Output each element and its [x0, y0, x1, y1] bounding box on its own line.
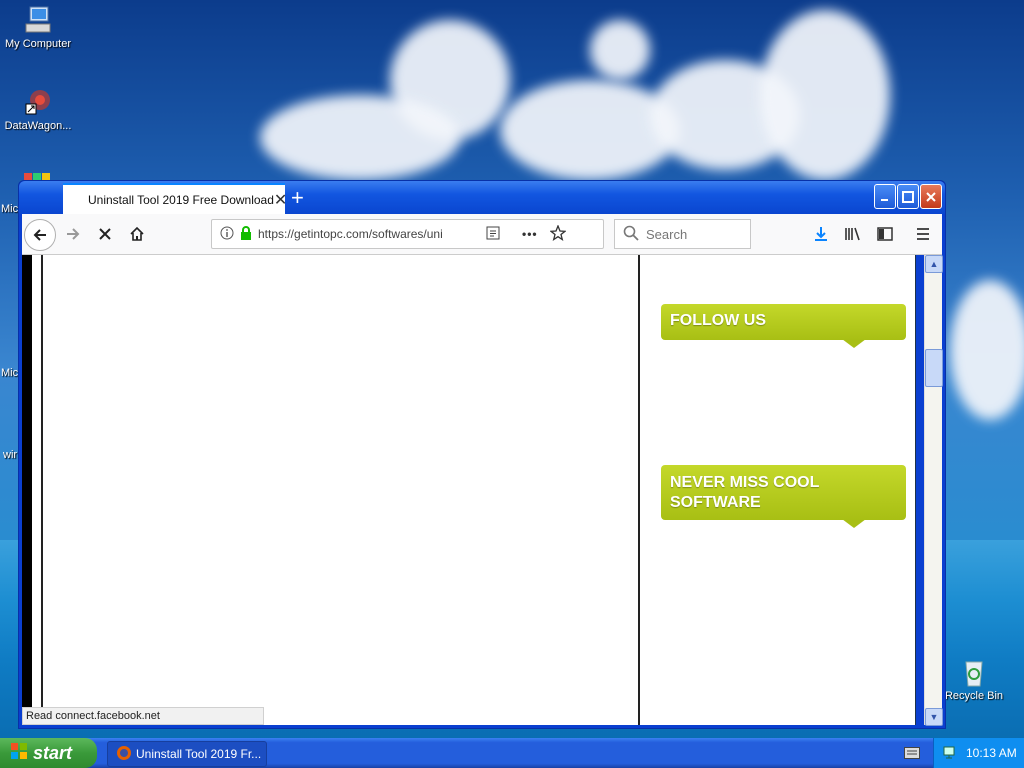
cloud: [590, 20, 650, 80]
page-left-rule: [41, 255, 43, 725]
taskbar: start Uninstall Tool 2019 Fr... 10:13 AM: [0, 738, 1024, 768]
forward-button[interactable]: [58, 219, 88, 249]
vertical-scrollbar[interactable]: ▲ ▼: [924, 255, 943, 726]
sidebar-toggle-button[interactable]: [870, 219, 900, 249]
library-button[interactable]: [838, 219, 868, 249]
page-right-border: [915, 255, 916, 725]
desktop-icon-my-computer[interactable]: My Computer: [0, 4, 78, 50]
computer-icon: [22, 4, 54, 36]
follow-us-widget: FOLLOW US: [661, 304, 906, 348]
taskbar-item-browser[interactable]: Uninstall Tool 2019 Fr...: [107, 741, 267, 767]
tab-active[interactable]: Uninstall Tool 2019 Free Download ✕: [63, 183, 287, 214]
title-bar: Uninstall Tool 2019 Free Download ✕ +: [19, 181, 945, 214]
address-bar[interactable]: https://getintopc.com/softwares/uni •••: [211, 219, 604, 249]
windows-logo-icon: [10, 742, 28, 765]
desktop-icon-label: DataWagon...: [4, 120, 72, 132]
tab-title: Uninstall Tool 2019 Free Download: [88, 192, 274, 207]
system-tray: 10:13 AM: [933, 738, 1024, 768]
recycle-bin-icon: [958, 656, 990, 688]
page-left-border: [22, 255, 32, 725]
firefox-icon: [116, 745, 132, 764]
keyboard-icon[interactable]: [904, 747, 920, 762]
widget-heading: FOLLOW US: [670, 312, 766, 329]
desktop-label-partial: wir: [3, 449, 18, 461]
close-tab-icon[interactable]: ✕: [274, 190, 287, 210]
maximize-button[interactable]: [897, 184, 919, 209]
widget-heading-line2: SOFTWARE: [670, 494, 761, 511]
new-tab-button[interactable]: +: [291, 185, 304, 211]
clock: 10:13 AM: [966, 746, 1017, 760]
column-divider: [638, 255, 640, 725]
desktop-icon-recycle-bin[interactable]: Recycle Bin: [934, 656, 1014, 702]
desktop-label-partial: Mic: [1, 367, 19, 379]
page-content: FOLLOW US NEVER MISS COOL SOFTWARE: [22, 255, 916, 725]
scroll-thumb[interactable]: [925, 349, 943, 387]
scroll-down-button[interactable]: ▼: [925, 708, 943, 726]
start-label: start: [33, 742, 73, 763]
desktop-label-partial: Mic: [1, 203, 19, 215]
stop-button[interactable]: [90, 219, 120, 249]
browser-window: Uninstall Tool 2019 Free Download ✕ + ht…: [18, 180, 946, 729]
search-field[interactable]: Search: [614, 219, 751, 249]
reader-view-icon[interactable]: [486, 226, 500, 243]
search-placeholder: Search: [646, 226, 688, 242]
widget-heading-line1: NEVER MISS COOL: [670, 474, 820, 491]
shortcut-icon: [22, 86, 54, 118]
never-miss-widget: NEVER MISS COOL SOFTWARE: [661, 465, 906, 528]
back-button[interactable]: [24, 219, 56, 251]
cloud: [260, 95, 460, 180]
widget-tail: [842, 519, 866, 528]
info-icon[interactable]: [220, 226, 234, 243]
bookmark-star-icon[interactable]: [548, 223, 567, 244]
more-icon[interactable]: •••: [522, 227, 538, 241]
start-button[interactable]: start: [0, 738, 97, 768]
widget-tail: [842, 339, 866, 348]
desktop-icon-label: Recycle Bin: [944, 690, 1004, 702]
desktop-icon-label: My Computer: [4, 38, 72, 50]
scroll-up-button[interactable]: ▲: [925, 255, 943, 273]
minimize-button[interactable]: [874, 184, 896, 209]
status-bar: Read connect.facebook.net: [22, 707, 264, 725]
downloads-button[interactable]: [806, 219, 836, 249]
taskbar-item-label: Uninstall Tool 2019 Fr...: [136, 747, 262, 761]
lock-icon[interactable]: [240, 225, 252, 243]
desktop-icon-datawagon[interactable]: DataWagon...: [0, 86, 78, 132]
navigation-toolbar: https://getintopc.com/softwares/uni ••• …: [22, 214, 942, 255]
network-icon[interactable]: [942, 744, 958, 763]
home-button[interactable]: [122, 219, 152, 249]
close-window-button[interactable]: [920, 184, 942, 209]
url-text[interactable]: https://getintopc.com/softwares/uni: [258, 227, 476, 241]
search-icon: [623, 225, 639, 244]
cloud: [760, 10, 890, 180]
cloud: [950, 280, 1024, 420]
menu-button[interactable]: [908, 219, 938, 249]
